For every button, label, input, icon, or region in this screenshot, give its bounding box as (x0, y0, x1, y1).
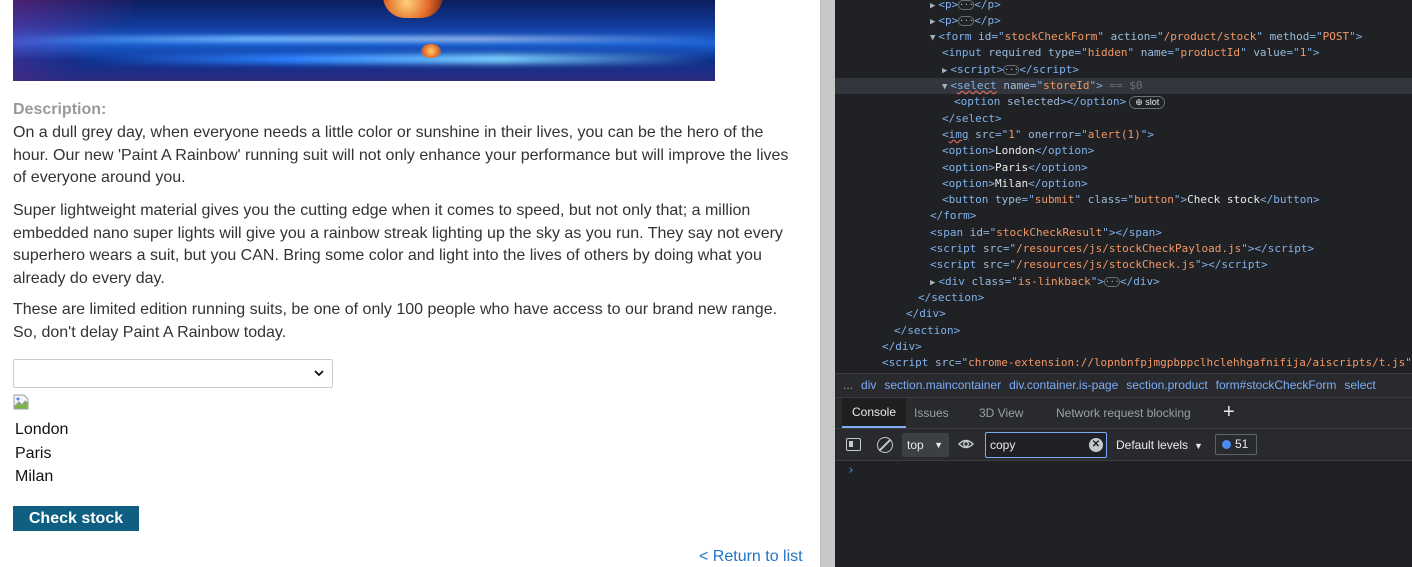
clear-console-icon[interactable] (877, 437, 893, 453)
dom-node[interactable]: <img src="1" onerror="alert(1)"> (835, 127, 1154, 143)
dom-node[interactable]: <script src="chrome-extension://lopnbnfp… (835, 355, 1412, 371)
page-scrollbar[interactable] (820, 0, 835, 567)
store-select[interactable] (13, 359, 333, 388)
issues-counter[interactable]: 51 (1215, 434, 1257, 455)
add-tab-icon[interactable]: + (1223, 397, 1235, 427)
breadcrumb-item[interactable]: div (861, 378, 876, 392)
clear-filter-icon[interactable]: ✕ (1089, 438, 1103, 452)
product-page: Description: On a dull grey day, when ev… (0, 0, 820, 567)
tab-console[interactable]: Console (842, 398, 906, 428)
breadcrumb-item[interactable]: form#stockCheckForm (1216, 378, 1337, 392)
breadcrumb-item[interactable]: div.container.is-page (1009, 378, 1118, 392)
dom-node[interactable]: </section> (835, 323, 960, 339)
log-levels-dropdown[interactable]: Default levels ▼ (1116, 429, 1203, 461)
option-london: London (15, 421, 69, 438)
description-label: Description: (13, 101, 107, 118)
description-paragraph: Super lightweight material gives you the… (13, 202, 783, 287)
elements-tree: ··· ▶<p>···</p>▶<p>···</p>▼<form id="sto… (835, 0, 1412, 373)
dom-node[interactable]: <option selected></option> ⊕ slot (835, 94, 1166, 110)
dom-node[interactable]: <script src="/resources/js/stockCheck.js… (835, 257, 1268, 273)
dom-node[interactable]: </div> (835, 339, 922, 355)
dom-node[interactable]: <button type="submit" class="button">Che… (835, 192, 1320, 208)
console-toolbar: top ▼ copy ✕ Default levels ▼ 51 (835, 428, 1412, 460)
dom-node[interactable]: </select> (835, 111, 1002, 127)
dom-node[interactable]: ▶ <div class="is-linkback">···</div> (835, 274, 1160, 290)
chevron-down-icon (313, 365, 325, 381)
console-output[interactable]: › (835, 460, 1412, 567)
issues-chat-icon (1222, 440, 1231, 449)
dom-node[interactable]: </form> (835, 208, 976, 224)
product-image (13, 0, 715, 81)
eye-icon[interactable] (957, 436, 975, 454)
dom-node[interactable]: <script src="/resources/js/stockCheckPay… (835, 241, 1314, 257)
breadcrumb-item[interactable]: section.product (1126, 378, 1207, 392)
tab-network-request-blocking[interactable]: Network request blocking (1056, 398, 1191, 428)
dom-node[interactable]: <option>Paris</option> (835, 160, 1088, 176)
drawer-tabbar: Console Issues 3D View Network request b… (835, 397, 1412, 428)
triangle-down-icon: ▼ (934, 440, 943, 450)
dom-node[interactable]: <input required type="hidden" name="prod… (835, 45, 1320, 61)
log-levels-label: Default levels (1116, 438, 1189, 452)
devtools-panel: ··· ▶<p>···</p>▶<p>···</p>▼<form id="sto… (835, 0, 1412, 567)
dom-node[interactable]: ▼ <form id="stockCheckForm" action="/prod… (835, 29, 1362, 45)
dom-node[interactable]: </div> (835, 306, 946, 322)
option-milan: Milan (15, 468, 54, 485)
dom-node[interactable]: <option>London</option> (835, 143, 1094, 159)
context-select[interactable]: top ▼ (902, 433, 949, 457)
issues-count: 51 (1235, 437, 1249, 451)
context-value: top (907, 438, 924, 452)
dom-node[interactable]: ▶ <p>···</p> (835, 0, 1001, 13)
description-paragraph: These are limited edition running suits,… (13, 301, 778, 341)
return-to-list-link[interactable]: < Return to list (699, 548, 803, 566)
breadcrumb-item[interactable]: section.maincontainer (884, 378, 1001, 392)
dom-node[interactable]: ▶ <p>···</p> (835, 13, 1001, 29)
broken-image-icon (13, 394, 29, 410)
dom-node[interactable]: <span id="stockCheckResult"></span> (835, 225, 1162, 241)
dom-node[interactable]: ▶ <script>···</script> (835, 62, 1079, 78)
sidebar-toggle-icon[interactable] (846, 438, 861, 451)
tab-issues[interactable]: Issues (914, 398, 949, 428)
triangle-down-icon: ▼ (1194, 441, 1203, 451)
description-paragraph: On a dull grey day, when everyone needs … (13, 124, 789, 186)
breadcrumb-item[interactable]: select (1344, 378, 1375, 392)
dom-node[interactable]: <option>Milan</option> (835, 176, 1088, 192)
option-paris: Paris (15, 445, 52, 462)
dom-node-selected[interactable]: ▼ <select name="storeId"> == $0 (835, 78, 1412, 94)
console-prompt-icon[interactable]: › (847, 463, 855, 478)
check-stock-button[interactable]: Check stock (13, 506, 139, 531)
dom-node[interactable]: </section> (835, 290, 984, 306)
dom-breadcrumb: ... div section.maincontainer div.container… (835, 373, 1412, 397)
breadcrumb-overflow[interactable]: ... (843, 378, 853, 392)
tab-3d-view[interactable]: 3D View (979, 398, 1023, 428)
